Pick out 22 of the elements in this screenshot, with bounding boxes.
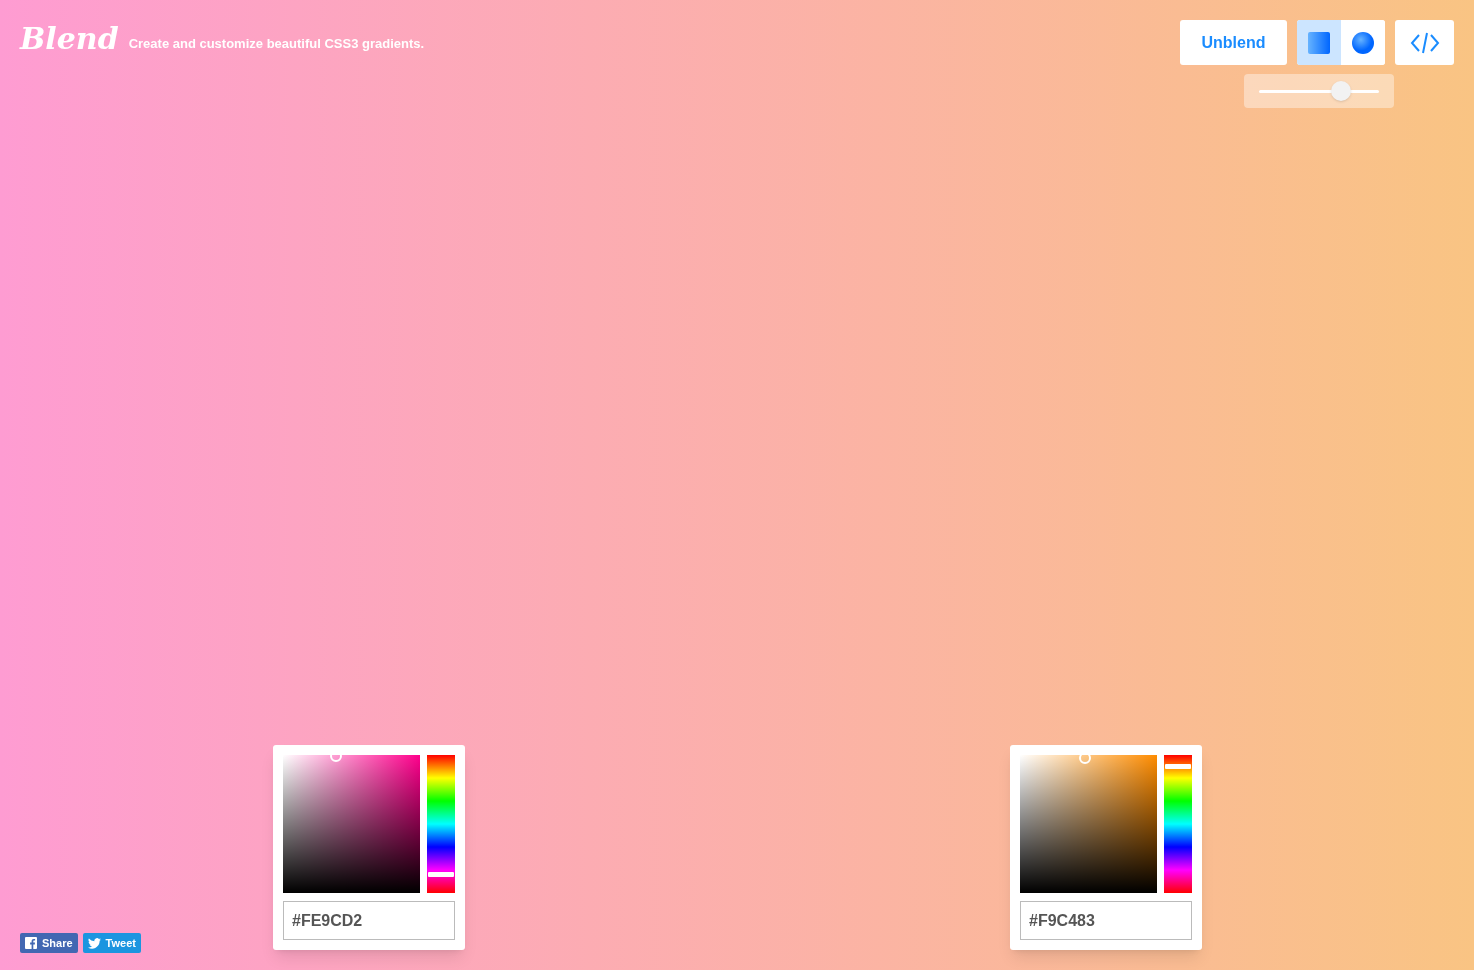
- linear-option[interactable]: [1297, 20, 1341, 65]
- bird-icon: [87, 937, 101, 949]
- hue-handle[interactable]: [428, 872, 454, 878]
- code-button[interactable]: [1395, 20, 1454, 65]
- unblend-button[interactable]: Unblend: [1180, 20, 1287, 65]
- saturation-handle[interactable]: [1078, 752, 1091, 765]
- saturation-square[interactable]: [1020, 755, 1157, 893]
- hue-slider[interactable]: [1164, 755, 1192, 893]
- logo: Blend: [20, 24, 119, 54]
- tweet-button[interactable]: Tweet: [82, 933, 141, 953]
- tagline: Create and customize beautiful CSS3 gradients.: [128, 34, 425, 53]
- hue-slider[interactable]: [427, 755, 455, 893]
- hex-input-field[interactable]: #FE9CD2: [283, 901, 455, 940]
- share-button[interactable]: Share: [20, 933, 78, 953]
- square-icon: [1308, 31, 1330, 54]
- circle-icon: [1352, 31, 1374, 54]
- code-icon: [1409, 30, 1440, 55]
- hex-input-field[interactable]: #F9C483: [1020, 901, 1192, 940]
- facebook-icon: [25, 937, 37, 949]
- slider-thumb[interactable]: [1331, 81, 1351, 101]
- angle-slider[interactable]: [1259, 81, 1379, 101]
- hue-handle[interactable]: [1165, 764, 1191, 770]
